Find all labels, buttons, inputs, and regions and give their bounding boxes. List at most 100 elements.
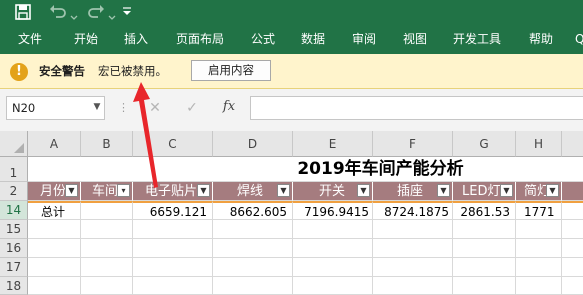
formula-input[interactable] (250, 96, 583, 120)
customize-toolbar-icon[interactable] (120, 4, 134, 18)
empty-cell[interactable] (133, 239, 213, 258)
tab-search[interactable]: Q (575, 25, 583, 54)
tab-file[interactable]: 文件 (18, 25, 42, 54)
column-header-g[interactable]: G (453, 131, 516, 157)
undo-dropdown-icon[interactable] (69, 8, 79, 20)
empty-cell[interactable] (28, 239, 81, 258)
row-header-16[interactable]: 16 (0, 239, 28, 258)
column-header-b[interactable]: B (81, 131, 133, 157)
empty-cell[interactable] (133, 220, 213, 239)
empty-cell[interactable] (373, 258, 453, 277)
redo-dropdown-icon[interactable] (107, 8, 117, 20)
empty-cell[interactable] (81, 277, 133, 295)
filter-dropdown-icon[interactable]: ▼ (437, 184, 450, 197)
tab-formulas[interactable]: 公式 (251, 25, 275, 54)
tab-developer[interactable]: 开发工具 (453, 25, 501, 54)
header-cell-socket[interactable]: 插座 ▼ (373, 182, 453, 201)
empty-cell[interactable] (213, 220, 293, 239)
column-header-d[interactable]: D (213, 131, 293, 157)
empty-cell[interactable] (562, 220, 583, 239)
empty-cell[interactable] (373, 239, 453, 258)
empty-cell[interactable] (81, 220, 133, 239)
filter-dropdown-icon[interactable]: ▼ (500, 184, 513, 197)
empty-cell[interactable] (516, 277, 562, 295)
column-header-a[interactable]: A (28, 131, 81, 157)
row-header-14[interactable]: 14 (0, 201, 28, 220)
row-header-17[interactable]: 17 (0, 258, 28, 277)
filter-dropdown-icon[interactable]: ▼ (197, 184, 210, 197)
total-label-cell[interactable]: 总计 (28, 201, 81, 220)
empty-cell[interactable] (562, 239, 583, 258)
empty-cell[interactable] (293, 258, 373, 277)
filter-active-icon[interactable]: ▾ (117, 184, 130, 197)
total-cell-i[interactable] (562, 201, 583, 220)
total-cell-c[interactable]: 6659.121 (133, 201, 213, 220)
column-header-i[interactable] (562, 131, 583, 157)
empty-cell[interactable] (562, 258, 583, 277)
insert-function-icon[interactable]: fx (218, 97, 240, 117)
empty-cell[interactable] (562, 277, 583, 295)
empty-cell[interactable] (293, 239, 373, 258)
save-icon[interactable] (14, 3, 32, 21)
formula-bar-splitter-icon[interactable]: ⋮ (118, 99, 129, 117)
column-header-f[interactable]: F (373, 131, 453, 157)
column-header-h[interactable]: H (516, 131, 562, 157)
row-header-1[interactable]: 1 (0, 157, 28, 182)
row-header-15[interactable]: 15 (0, 220, 28, 239)
row-header-18[interactable]: 18 (0, 277, 28, 295)
header-cell-extra[interactable] (562, 182, 583, 201)
empty-cell[interactable] (81, 258, 133, 277)
enter-icon[interactable]: ✓ (183, 98, 201, 118)
empty-cell[interactable] (28, 258, 81, 277)
empty-cell[interactable] (373, 277, 453, 295)
empty-cell[interactable] (453, 220, 516, 239)
empty-cell[interactable] (213, 239, 293, 258)
empty-cell[interactable] (373, 220, 453, 239)
tab-help[interactable]: 帮助 (529, 25, 553, 54)
filter-dropdown-icon[interactable]: ▼ (277, 184, 290, 197)
empty-cell[interactable] (293, 277, 373, 295)
empty-cell[interactable] (293, 220, 373, 239)
total-cell-f[interactable]: 8724.1875 (373, 201, 453, 220)
row-header-2[interactable]: 2 (0, 182, 28, 201)
total-cell-e[interactable]: 7196.9415 (293, 201, 373, 220)
sheet-title-cell[interactable]: 2019年车间产能分析 (28, 157, 583, 182)
empty-cell[interactable] (133, 258, 213, 277)
empty-cell[interactable] (453, 239, 516, 258)
name-box-dropdown-icon[interactable]: ▼ (90, 96, 104, 118)
total-cell-d[interactable]: 8662.605 (213, 201, 293, 220)
tab-home[interactable]: 开始 (74, 25, 98, 54)
empty-cell[interactable] (516, 258, 562, 277)
column-header-e[interactable]: E (293, 131, 373, 157)
empty-cell[interactable] (213, 258, 293, 277)
header-cell-month[interactable]: 月份 ▼ (28, 182, 81, 201)
header-cell-led[interactable]: LED灯 ▼ (453, 182, 516, 201)
total-cell-h[interactable]: 1771 (516, 201, 562, 220)
filter-dropdown-icon[interactable]: ▼ (546, 184, 559, 197)
empty-cell[interactable] (453, 258, 516, 277)
empty-cell[interactable] (28, 277, 81, 295)
undo-icon[interactable] (48, 3, 68, 21)
tab-data[interactable]: 数据 (301, 25, 325, 54)
redo-icon[interactable] (86, 3, 106, 21)
tab-page-layout[interactable]: 页面布局 (176, 25, 224, 54)
filter-dropdown-icon[interactable]: ▼ (65, 184, 78, 197)
enable-content-button[interactable]: 启用内容 (191, 60, 271, 81)
empty-cell[interactable] (516, 220, 562, 239)
empty-cell[interactable] (516, 239, 562, 258)
header-cell-downlight[interactable]: 简灯 ▼ (516, 182, 562, 201)
tab-review[interactable]: 审阅 (352, 25, 376, 54)
filter-dropdown-icon[interactable]: ▼ (357, 184, 370, 197)
tab-view[interactable]: 视图 (403, 25, 427, 54)
header-cell-workshop[interactable]: 车间 ▾ (81, 182, 133, 201)
empty-cell[interactable] (81, 239, 133, 258)
empty-cell[interactable] (213, 277, 293, 295)
empty-cell[interactable] (28, 220, 81, 239)
header-cell-switch[interactable]: 开关 ▼ (293, 182, 373, 201)
empty-cell[interactable] (133, 277, 213, 295)
total-cell-b[interactable] (81, 201, 133, 220)
empty-cell[interactable] (453, 277, 516, 295)
header-cell-welding[interactable]: 焊线 ▼ (213, 182, 293, 201)
tab-insert[interactable]: 插入 (124, 25, 148, 54)
total-cell-g[interactable]: 2861.53 (453, 201, 516, 220)
